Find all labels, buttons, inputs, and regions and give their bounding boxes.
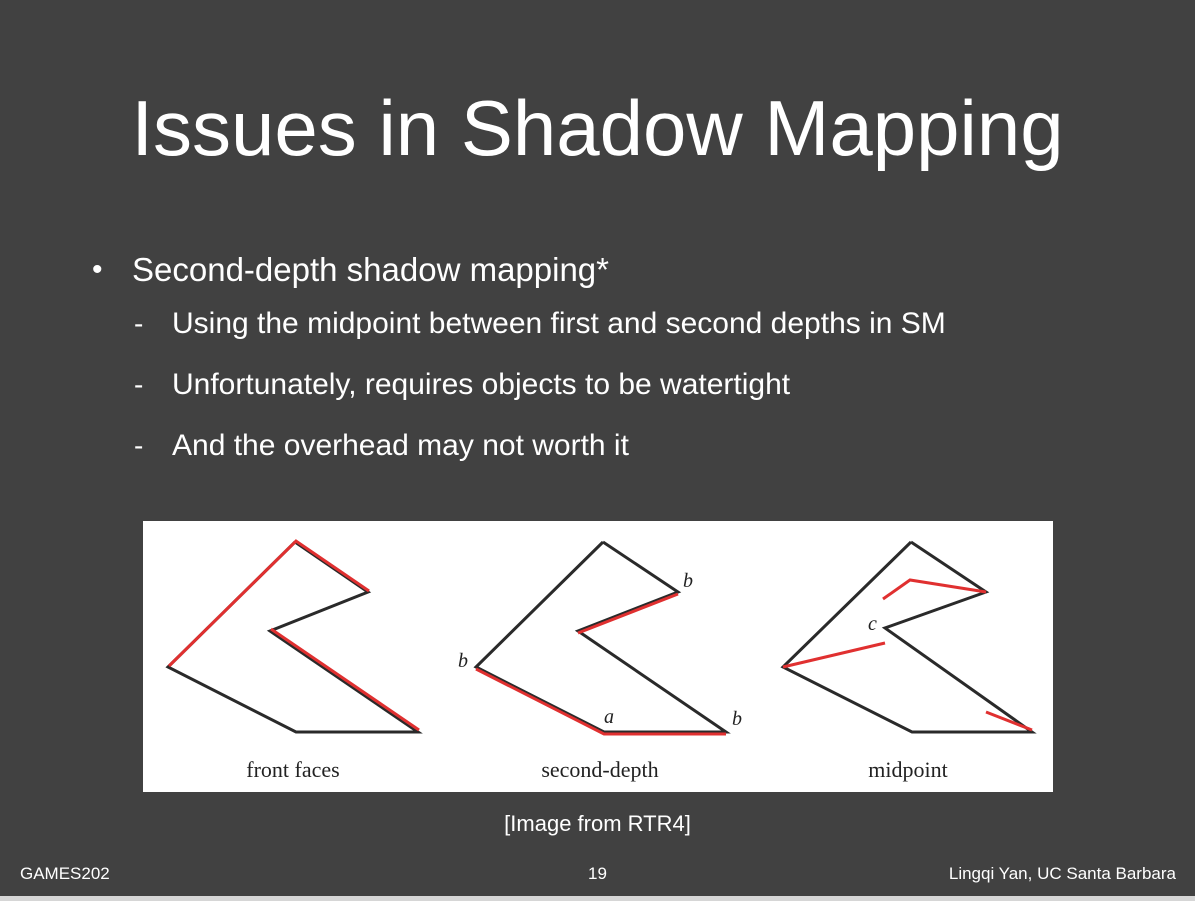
slide-title: Issues in Shadow Mapping [131, 84, 1064, 172]
midpoint-highlight [782, 641, 886, 669]
label-b: b [458, 650, 468, 672]
front-face-highlight [270, 627, 420, 732]
second-depth-highlight [577, 592, 679, 635]
panel-second-depth: b b a b second-depth [458, 540, 742, 782]
label-a: a [604, 706, 614, 728]
footer-author: Lingqi Yan, UC Santa Barbara [948, 864, 1176, 883]
figure-diagram: front faces b b a b second-depth c midpo… [165, 539, 1037, 782]
sub-bullet-text: Unfortunately, requires objects to be wa… [172, 368, 791, 401]
bullet-item: • Second-depth shadow mapping* [92, 246, 1142, 294]
panel-caption: midpoint [868, 757, 947, 782]
sub-bullet-item: - Using the midpoint between first and s… [92, 294, 1142, 355]
bullet-list: • Second-depth shadow mapping* - Using t… [92, 246, 1142, 477]
dash-icon: - [134, 430, 144, 461]
second-depth-highlight [475, 667, 726, 736]
panel-caption: second-depth [541, 757, 658, 782]
panel-caption: front faces [246, 757, 339, 782]
bullet-dot-icon: • [92, 253, 103, 286]
bullet-text: Second-depth shadow mapping* [132, 251, 610, 288]
panel-front-faces: front faces [165, 539, 423, 782]
dash-icon: - [134, 308, 144, 339]
sub-bullet-text: And the overhead may not worth it [172, 429, 629, 462]
shadow-mapping-figure: front faces b b a b second-depth c midpo… [143, 521, 1053, 792]
sub-bullet-item: - And the overhead may not worth it [92, 416, 1142, 477]
label-b: b [683, 570, 693, 592]
label-b: b [732, 708, 742, 730]
panel-midpoint: c midpoint [780, 540, 1037, 782]
bottom-divider [0, 896, 1195, 901]
figure-caption: [Image from RTR4] [504, 811, 691, 836]
sub-bullet-text: Using the midpoint between first and sec… [172, 307, 946, 340]
sub-bullet-item: - Unfortunately, requires objects to be … [92, 355, 1142, 416]
label-c: c [868, 613, 877, 635]
dash-icon: - [134, 369, 144, 400]
shape-outline [780, 540, 1037, 734]
